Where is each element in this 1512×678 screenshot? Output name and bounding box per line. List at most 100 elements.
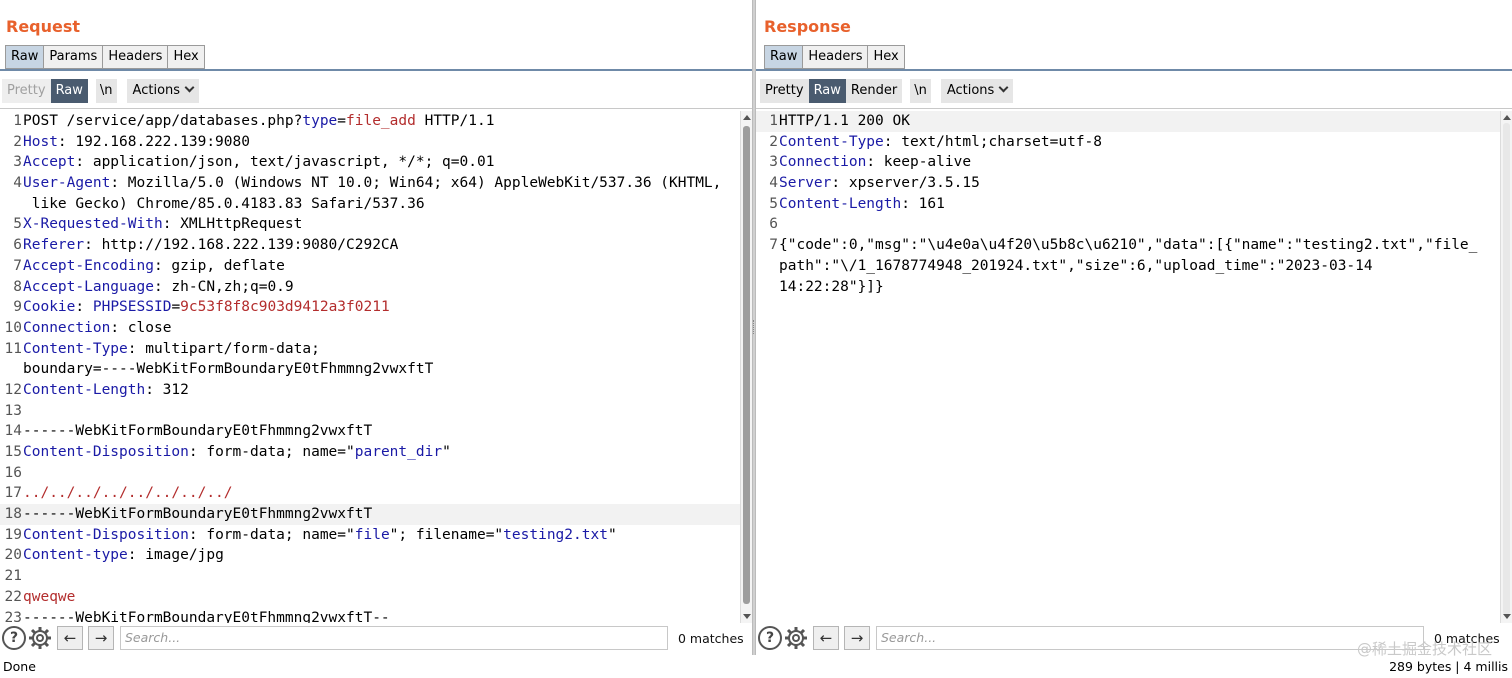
line-number: 12 bbox=[4, 381, 22, 398]
scroll-up-icon[interactable] bbox=[743, 115, 751, 120]
actions-dropdown[interactable]: Actions bbox=[940, 79, 1014, 103]
scroll-thumb[interactable] bbox=[1503, 123, 1510, 615]
line-text: POST /service/app/databases.php?type=fil… bbox=[23, 113, 495, 129]
actions-label: Actions bbox=[946, 83, 995, 98]
gear-icon[interactable] bbox=[784, 626, 808, 650]
arrow-right-icon[interactable]: → bbox=[88, 626, 114, 650]
request-search-bar: ? ← → Search... 0 matches bbox=[0, 623, 752, 653]
code-line: 13 bbox=[0, 401, 740, 422]
gear-icon[interactable] bbox=[28, 626, 52, 650]
wrapped-line-text: boundary=----WebKitFormBoundaryE0tFhmmng… bbox=[23, 361, 434, 378]
code-line: 16 bbox=[0, 463, 740, 484]
response-tab-hex[interactable]: Hex bbox=[867, 45, 905, 69]
code-line: 1 HTTP/1.1 200 OK bbox=[756, 111, 1500, 132]
code-line: 3 Accept: application/json, text/javascri… bbox=[0, 152, 740, 173]
toolbar-divider bbox=[756, 108, 1512, 109]
code-line: 22 qweqwe bbox=[0, 587, 740, 608]
line-number: 17 bbox=[4, 485, 22, 502]
line-number: 20 bbox=[4, 547, 22, 564]
line-number: 1 bbox=[769, 113, 778, 129]
code-line: 21 bbox=[0, 566, 740, 587]
code-line: 7 Accept-Encoding: gzip, deflate bbox=[0, 256, 740, 277]
line-text: Content-Length: 161 bbox=[779, 195, 945, 212]
code-line: 23 ------WebKitFormBoundaryE0tFhmmng2vwxf… bbox=[0, 608, 740, 624]
raw-button[interactable]: Raw bbox=[50, 79, 88, 103]
wrapped-line-text: like Gecko) Chrome/85.0.4183.83 Safari/5… bbox=[23, 195, 425, 212]
line-text: Content-Disposition: form-data; name="fi… bbox=[23, 526, 617, 543]
line-number: 16 bbox=[4, 464, 22, 481]
pretty-button[interactable]: Pretty bbox=[2, 79, 51, 103]
code-line: 20 Content-type: image/jpg bbox=[0, 545, 740, 566]
request-tab-raw[interactable]: Raw bbox=[5, 45, 45, 69]
arrow-left-icon[interactable]: ← bbox=[57, 626, 83, 650]
response-tabs: Raw Headers Hex bbox=[764, 45, 905, 69]
line-text: qweqwe bbox=[23, 588, 76, 605]
request-pane: Request Raw Params Headers Hex Pretty Ra… bbox=[0, 0, 752, 655]
code-line: 2 Host: 192.168.222.139:9080 bbox=[0, 132, 740, 153]
line-number: 1 bbox=[13, 113, 22, 129]
code-line: 2 Content-Type: text/html;charset=utf-8 bbox=[756, 132, 1500, 153]
line-text: Cookie: PHPSESSID=9c53f8f8c903d9412a3f02… bbox=[23, 299, 390, 316]
newline-toggle-button[interactable]: \n bbox=[910, 79, 931, 103]
render-button[interactable]: Render bbox=[845, 79, 903, 103]
line-number: 9 bbox=[13, 299, 22, 316]
request-tab-headers[interactable]: Headers bbox=[102, 45, 169, 69]
request-toolbar: Pretty Raw \n Actions bbox=[2, 79, 200, 103]
request-scrollbar[interactable] bbox=[740, 111, 752, 623]
line-text: HTTP/1.1 200 OK bbox=[779, 113, 910, 129]
line-number: 7 bbox=[13, 257, 22, 274]
code-line: 4 Server: xpserver/3.5.15 bbox=[756, 173, 1500, 194]
request-title: Request bbox=[6, 17, 81, 36]
line-number: 4 bbox=[769, 175, 778, 192]
code-line: 17 ../../../../../../../../ bbox=[0, 483, 740, 504]
response-tab-headers[interactable]: Headers bbox=[802, 45, 869, 69]
code-line: 19 Content-Disposition: form-data; name="… bbox=[0, 525, 740, 546]
request-editor[interactable]: 1 POST /service/app/databases.php?type=fi… bbox=[0, 111, 740, 623]
request-search-input[interactable]: Search... bbox=[120, 626, 668, 650]
line-text: {"code":0,"msg":"\u4e0a\u4f20\u5b8c\u621… bbox=[779, 237, 1478, 254]
scroll-down-icon[interactable] bbox=[1503, 614, 1511, 619]
line-number: 3 bbox=[13, 154, 22, 171]
pretty-button[interactable]: Pretty bbox=[760, 79, 809, 103]
code-line: 11 Content-Type: multipart/form-data; bbox=[0, 339, 740, 360]
line-text: Connection: close bbox=[23, 319, 172, 336]
line-text: Connection: keep-alive bbox=[779, 154, 972, 171]
response-scrollbar[interactable] bbox=[1500, 111, 1512, 623]
line-text: Content-Type: multipart/form-data; bbox=[23, 340, 320, 357]
code-line: 7 {"code":0,"msg":"\u4e0a\u4f20\u5b8c\u62… bbox=[756, 235, 1500, 256]
line-number: 2 bbox=[13, 133, 22, 150]
line-number: 5 bbox=[13, 216, 22, 233]
code-line: 6 Referer: http://192.168.222.139:9080/C2… bbox=[0, 235, 740, 256]
response-search-input[interactable]: Search... bbox=[876, 626, 1424, 650]
line-text: Content-Disposition: form-data; name="pa… bbox=[23, 444, 451, 460]
line-text: Host: 192.168.222.139:9080 bbox=[23, 133, 250, 150]
line-number: 15 bbox=[4, 444, 22, 460]
help-icon[interactable]: ? bbox=[2, 626, 26, 650]
code-line: 5 X-Requested-With: XMLHttpRequest bbox=[0, 214, 740, 235]
line-number: 7 bbox=[769, 237, 778, 254]
line-text: User-Agent: Mozilla/5.0 (Windows NT 10.0… bbox=[23, 175, 722, 192]
code-line: 12 Content-Length: 312 bbox=[0, 380, 740, 401]
splitter-grip-icon[interactable] bbox=[753, 320, 755, 334]
raw-button[interactable]: Raw bbox=[808, 79, 846, 103]
line-text: Accept: application/json, text/javascrip… bbox=[23, 154, 495, 171]
status-text: Done bbox=[3, 659, 36, 674]
response-editor[interactable]: 1 HTTP/1.1 200 OK 2 Content-Type: text/html… bbox=[756, 111, 1500, 623]
line-text: Content-Type: text/html;charset=utf-8 bbox=[779, 133, 1103, 150]
newline-toggle-button[interactable]: \n bbox=[95, 79, 117, 103]
wrapped-line-text: 14:22:28"}]} bbox=[779, 278, 884, 295]
arrow-right-icon[interactable]: → bbox=[844, 626, 870, 650]
request-tab-hex[interactable]: Hex bbox=[167, 45, 205, 69]
line-text: Referer: http://192.168.222.139:9080/C29… bbox=[23, 237, 399, 254]
code-line: 18 ------WebKitFormBoundaryE0tFhmmng2vwxf… bbox=[0, 504, 740, 525]
code-line: 8 Accept-Language: zh-CN,zh;q=0.9 bbox=[0, 277, 740, 298]
request-tab-params[interactable]: Params bbox=[43, 45, 104, 69]
actions-dropdown[interactable]: Actions bbox=[126, 79, 200, 103]
scroll-up-icon[interactable] bbox=[1503, 115, 1511, 120]
code-line: 15 Content-Disposition: form-data; name="… bbox=[0, 442, 740, 463]
help-icon[interactable]: ? bbox=[758, 626, 782, 650]
arrow-left-icon[interactable]: ← bbox=[813, 626, 839, 650]
response-tab-raw[interactable]: Raw bbox=[764, 45, 804, 69]
scroll-thumb[interactable] bbox=[743, 126, 750, 604]
scroll-down-icon[interactable] bbox=[743, 614, 751, 619]
